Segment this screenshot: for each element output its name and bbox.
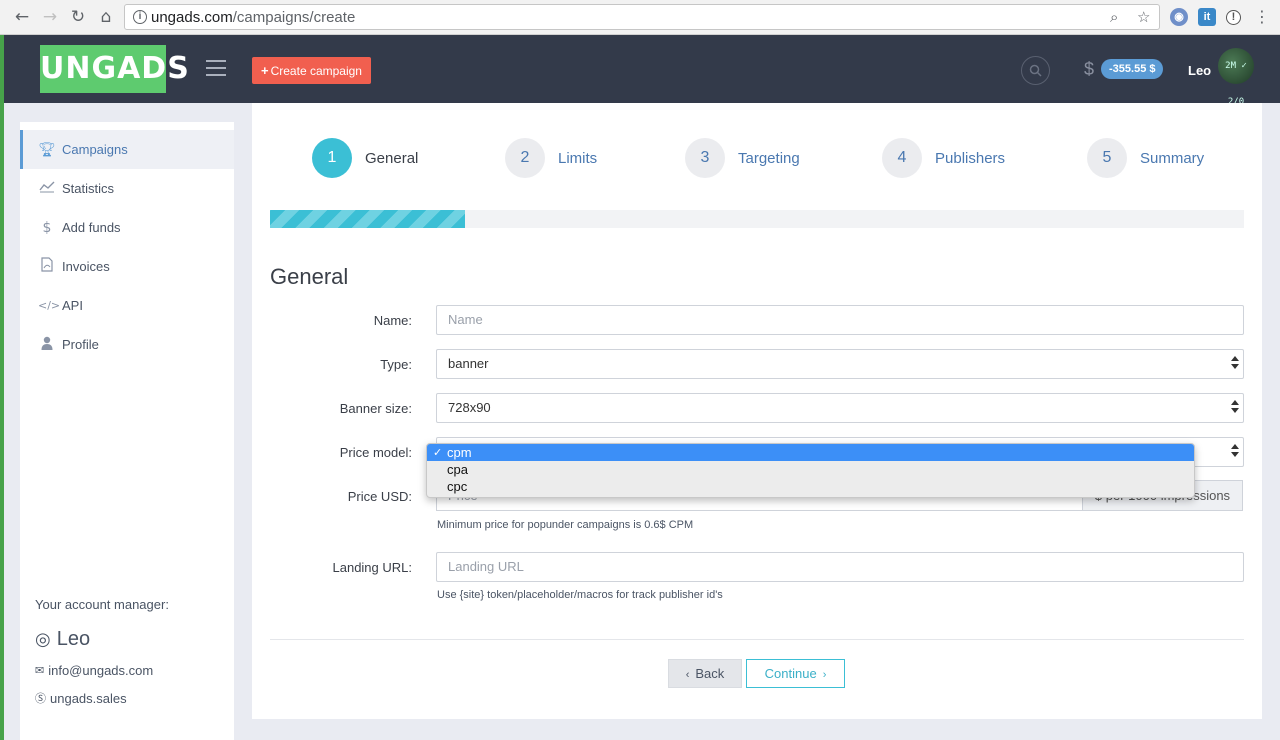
- address-bar[interactable]: i ungads.com/campaigns/create ⌕ ☆: [124, 4, 1160, 30]
- trophy-icon: 🏆︎: [38, 141, 56, 158]
- plus-icon: +: [261, 63, 269, 78]
- price-model-label: Price model:: [339, 445, 412, 460]
- extension-info-icon[interactable]: !: [1226, 10, 1241, 25]
- step-label: Publishers: [935, 149, 1006, 167]
- skype-icon: Ⓢ: [35, 692, 46, 705]
- name-input[interactable]: Name: [436, 305, 1244, 335]
- landing-help-text: Use {site} token/placeholder/macros for …: [437, 589, 723, 601]
- banner-size-select[interactable]: 728x90: [436, 393, 1244, 423]
- type-select[interactable]: banner: [436, 349, 1244, 379]
- manager-title: Your account manager:: [35, 597, 169, 612]
- price-help-text: Minimum price for popunder campaigns is …: [437, 519, 694, 531]
- step-number: 1: [312, 138, 352, 178]
- window-edge: [0, 35, 4, 740]
- price-model-option-cpc[interactable]: cpc: [427, 478, 1194, 495]
- extension-globe-icon[interactable]: ◉: [1170, 8, 1188, 26]
- url-text: ungads.com/campaigns/create: [151, 9, 356, 26]
- app-header: UNGADS + Create campaign $ -355.55 $ Leo …: [4, 35, 1280, 107]
- step-label: Summary: [1140, 149, 1205, 167]
- account-manager: Your account manager: ◎ Leo ✉ info@ungad…: [35, 597, 225, 706]
- dollar-icon: $: [1084, 59, 1095, 79]
- banner-size-label: Banner size:: [339, 401, 412, 416]
- avatar[interactable]: 2M ✓ 2/0: [1218, 48, 1254, 107]
- username[interactable]: Leo: [1188, 63, 1211, 78]
- logo[interactable]: UNGADS: [40, 45, 189, 93]
- price-model-dropdown: ✓ cpm cpa cpc: [426, 443, 1195, 498]
- sidebar-item-label: Campaigns: [62, 142, 128, 157]
- manager-skype[interactable]: Ⓢ ungads.sales: [35, 690, 225, 706]
- file-pdf-icon: [38, 257, 56, 276]
- zoom-icon[interactable]: ⌕: [1110, 8, 1118, 26]
- step-label: General: [365, 149, 419, 167]
- sidebar-item-invoices[interactable]: Invoices: [20, 247, 234, 286]
- price-label: Price USD:: [347, 489, 412, 504]
- step-targeting[interactable]: 3 Targeting: [685, 137, 800, 179]
- chevron-left-icon: ‹: [685, 669, 690, 681]
- create-campaign-button[interactable]: + Create campaign: [252, 57, 371, 84]
- name-label: Name:: [373, 313, 412, 328]
- back-button[interactable]: ‹ Back: [668, 659, 742, 688]
- sidebar: 🏆︎ Campaigns Statistics $ Add funds Invo…: [20, 122, 234, 740]
- wizard-steps: 1 General 2 Limits 3 Targeting 4 Publish…: [252, 137, 1262, 179]
- step-summary[interactable]: 5 Summary: [1087, 137, 1204, 179]
- code-icon: </>: [38, 299, 61, 312]
- chevron-right-icon: ›: [822, 669, 827, 681]
- landing-url-label: Landing URL:: [332, 560, 413, 575]
- search-button[interactable]: [1021, 56, 1050, 85]
- divider: [270, 639, 1244, 640]
- forward-arrow-icon[interactable]: →: [40, 7, 60, 27]
- manager-email[interactable]: ✉ info@ungads.com: [35, 663, 225, 678]
- step-number: 5: [1087, 138, 1127, 178]
- price-model-option-cpm[interactable]: ✓ cpm: [427, 444, 1194, 461]
- bookmark-star-icon[interactable]: ☆: [1137, 8, 1150, 26]
- campaign-wizard: 1 General 2 Limits 3 Targeting 4 Publish…: [252, 103, 1262, 719]
- step-general[interactable]: 1 General: [312, 137, 418, 179]
- site-info-icon[interactable]: i: [133, 10, 147, 24]
- user-icon: [38, 336, 56, 354]
- reload-icon[interactable]: ↻: [68, 7, 88, 27]
- wizard-progress-bar: [270, 210, 1244, 228]
- sidebar-item-label: Profile: [62, 337, 99, 352]
- step-number: 3: [685, 138, 725, 178]
- extension-it-icon[interactable]: it: [1198, 8, 1216, 26]
- sidebar-item-add-funds[interactable]: $ Add funds: [20, 208, 234, 247]
- continue-button[interactable]: Continue ›: [746, 659, 845, 688]
- sidebar-item-label: API: [62, 298, 83, 313]
- sidebar-item-profile[interactable]: Profile: [20, 325, 234, 364]
- home-icon[interactable]: ⌂: [96, 7, 116, 27]
- sidebar-item-label: Invoices: [62, 259, 110, 274]
- manager-name: ◎ Leo: [35, 628, 91, 650]
- browser-menu-icon[interactable]: ⋮: [1252, 7, 1272, 27]
- hamburger-menu-icon[interactable]: [206, 60, 226, 76]
- checkmark-icon: ✓: [433, 446, 443, 459]
- balance-badge[interactable]: -355.55 $: [1101, 59, 1164, 79]
- sidebar-item-campaigns[interactable]: 🏆︎ Campaigns: [20, 130, 234, 169]
- select-arrows-icon: [1231, 400, 1239, 414]
- step-publishers[interactable]: 4 Publishers: [882, 137, 1005, 179]
- search-icon: [1029, 64, 1042, 77]
- type-label: Type:: [380, 357, 412, 372]
- landing-url-input[interactable]: Landing URL: [436, 552, 1244, 582]
- dollar-icon: $: [42, 219, 52, 236]
- step-label: Targeting: [738, 149, 800, 167]
- step-label: Limits: [558, 149, 598, 167]
- step-limits[interactable]: 2 Limits: [505, 137, 597, 179]
- sidebar-item-label: Add funds: [62, 220, 121, 235]
- step-number: 2: [505, 138, 545, 178]
- sidebar-item-statistics[interactable]: Statistics: [20, 169, 234, 208]
- step-number: 4: [882, 138, 922, 178]
- sidebar-item-api[interactable]: </> API: [20, 286, 234, 325]
- select-arrows-icon: [1231, 444, 1239, 458]
- chart-line-icon: [38, 181, 56, 197]
- envelope-icon: ✉: [35, 664, 45, 677]
- price-model-option-cpa[interactable]: cpa: [427, 461, 1194, 478]
- section-title: General: [270, 264, 349, 289]
- sidebar-item-label: Statistics: [62, 181, 115, 196]
- back-arrow-icon[interactable]: ←: [12, 7, 32, 27]
- select-arrows-icon: [1231, 356, 1239, 370]
- progress-fill: [270, 210, 465, 228]
- lifebuoy-icon: ◎: [35, 629, 51, 650]
- browser-toolbar: ← → ↻ ⌂ i ungads.com/campaigns/create ⌕ …: [0, 0, 1280, 35]
